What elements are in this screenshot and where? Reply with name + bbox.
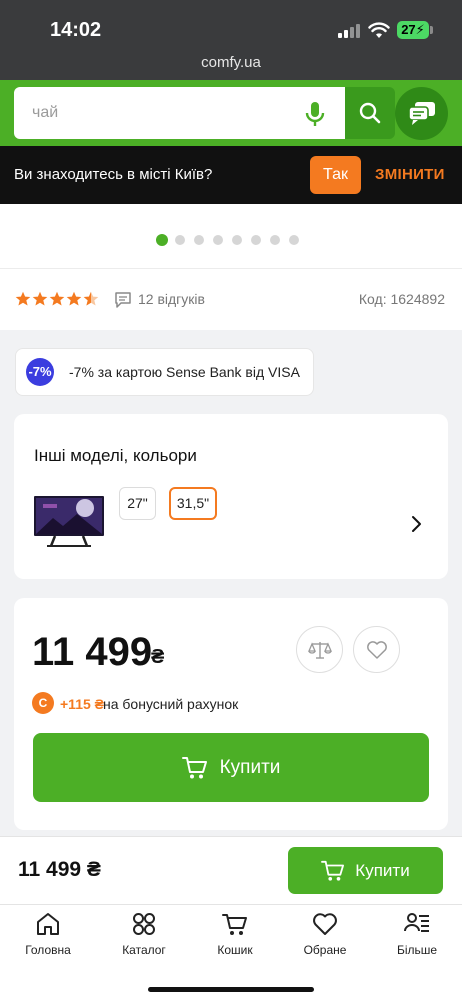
nav-cart-label: Кошик	[217, 943, 253, 957]
compare-button[interactable]	[296, 626, 343, 673]
gallery-dot[interactable]	[251, 235, 261, 245]
gallery-dot-active[interactable]	[156, 234, 168, 246]
models-title: Інші моделі, кольори	[34, 446, 197, 465]
battery-tip	[430, 26, 433, 34]
search-icon	[359, 102, 381, 124]
chat-button[interactable]	[395, 87, 448, 140]
city-question: Ви знаходитесь в місті Київ?	[14, 166, 213, 183]
home-indicator	[148, 987, 314, 992]
price-card: 11 499 ₴ C +115 ₴ на бонусний рахунок Ку…	[14, 598, 448, 830]
discount-icon: -7%	[26, 358, 54, 386]
heart-icon	[366, 640, 387, 659]
more-icon	[404, 913, 429, 932]
nav-more[interactable]: Більше	[382, 911, 452, 963]
search-header	[0, 80, 462, 146]
cart-icon	[222, 914, 247, 935]
promo-badge[interactable]: -7% -7% за картою Sense Bank від VISA	[15, 348, 314, 396]
scales-icon	[307, 641, 332, 659]
half-star-icon	[83, 291, 99, 306]
star-icon	[66, 291, 82, 306]
comment-icon	[115, 292, 131, 308]
gallery-dot[interactable]	[213, 235, 223, 245]
city-confirm-bar: Ви знаходитесь в місті Київ? Так ЗМІНИТИ	[0, 146, 462, 204]
bonus-amount: +115 ₴	[60, 696, 104, 712]
promo-text: -7% за картою Sense Bank від VISA	[69, 364, 300, 380]
nav-more-label: Більше	[396, 943, 438, 957]
star-icon	[32, 291, 48, 306]
microphone-icon[interactable]	[304, 101, 326, 127]
chat-icon	[407, 101, 435, 125]
size-option-27[interactable]: 27"	[119, 487, 156, 520]
search-input[interactable]	[32, 87, 302, 139]
nav-favorites[interactable]: Обране	[290, 911, 360, 963]
gallery-dot[interactable]	[289, 235, 299, 245]
nav-home-label: Головна	[25, 943, 71, 957]
heart-icon	[313, 913, 337, 935]
sticky-buy-button[interactable]: Купити	[288, 847, 443, 894]
currency-sign: ₴	[151, 646, 165, 668]
buy-button-label: Купити	[219, 756, 281, 778]
star-icon	[49, 291, 65, 306]
buy-button[interactable]: Купити	[33, 733, 429, 802]
status-bar: 14:02 27⚡ comfy.ua	[0, 0, 462, 80]
monitor-thumbnail[interactable]	[33, 494, 105, 548]
wifi-icon	[368, 22, 390, 38]
gallery-dot[interactable]	[194, 235, 204, 245]
bottom-nav: Головна Каталог Кошик Обране Більше	[0, 904, 462, 1000]
search-button[interactable]	[345, 87, 395, 139]
chevron-right-icon[interactable]	[410, 514, 424, 534]
home-icon	[37, 913, 59, 935]
rating-row: 12 відгуків Код: 1624892	[0, 268, 462, 330]
other-models-card: Інші моделі, кольори 27" 31,5"	[14, 414, 448, 579]
bonus-coin-icon: C	[32, 692, 54, 714]
bonus-text: на бонусний рахунок	[103, 696, 239, 712]
gallery-dot[interactable]	[270, 235, 280, 245]
gallery-dot[interactable]	[175, 235, 185, 245]
cart-icon	[321, 860, 345, 881]
product-code: Код: 1624892	[358, 291, 445, 307]
signal-icon	[338, 24, 360, 38]
nav-catalog-label: Каталог	[122, 943, 166, 957]
image-gallery[interactable]	[0, 204, 462, 268]
battery-indicator: 27⚡	[397, 21, 429, 39]
wishlist-button[interactable]	[353, 626, 400, 673]
sticky-buy-bar: 11 499 ₴ Купити	[0, 836, 462, 904]
gallery-dot[interactable]	[232, 235, 242, 245]
nav-catalog[interactable]: Каталог	[109, 911, 179, 963]
search-box[interactable]	[14, 87, 395, 139]
url-text[interactable]: comfy.ua	[0, 54, 462, 71]
catalog-icon	[133, 913, 155, 935]
cart-icon	[181, 756, 207, 778]
nav-favorites-label: Обране	[303, 943, 347, 957]
status-time: 14:02	[50, 19, 102, 41]
city-change-button[interactable]: ЗМІНИТИ	[375, 166, 445, 183]
nav-home[interactable]: Головна	[13, 911, 83, 963]
star-icon	[15, 291, 31, 306]
price: 11 499	[32, 630, 153, 674]
nav-cart[interactable]: Кошик	[200, 911, 270, 963]
city-yes-button[interactable]: Так	[310, 156, 361, 194]
sticky-buy-label: Купити	[355, 860, 410, 880]
sticky-price: 11 499 ₴	[18, 858, 101, 881]
size-option-31-5[interactable]: 31,5"	[169, 487, 217, 520]
reviews-count: 12 відгуків	[138, 291, 205, 307]
